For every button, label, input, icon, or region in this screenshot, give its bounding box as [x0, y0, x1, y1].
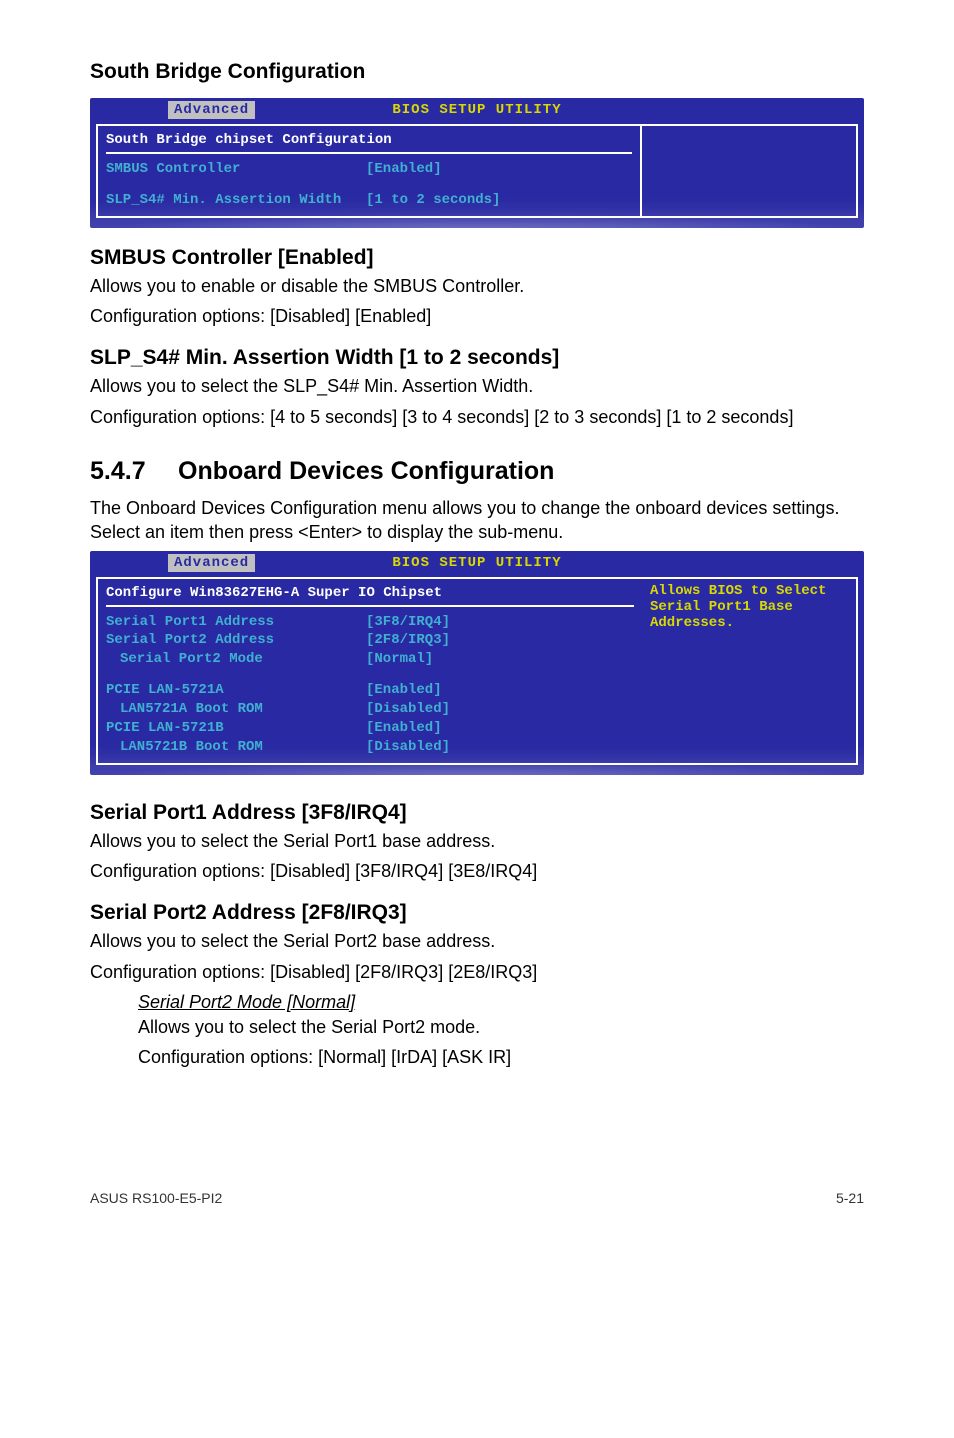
heading-serial-port1: Serial Port1 Address [3F8/IRQ4]: [90, 801, 864, 825]
bios-row-label: SLP_S4# Min. Assertion Width: [106, 191, 366, 210]
bios-row-label: PCIE LAN-5721A: [106, 681, 366, 700]
bios-help-panel: Allows BIOS to Select Serial Port1 Base …: [642, 577, 858, 765]
sub-item-title: Serial Port2 Mode [Normal]: [138, 992, 864, 1013]
heading-slp: SLP_S4# Min. Assertion Width [1 to 2 sec…: [90, 346, 864, 370]
paragraph: Configuration options: [Normal] [IrDA] […: [138, 1045, 864, 1069]
heading-number: 5.4.7: [90, 457, 178, 486]
bios-titlebar: Advanced BIOS SETUP UTILITY: [90, 551, 864, 577]
paragraph: Allows you to select the Serial Port2 mo…: [138, 1015, 864, 1039]
bios-row-label: Serial Port1 Address: [106, 613, 366, 632]
bios-row-value: [Normal]: [366, 650, 433, 669]
paragraph: Allows you to select the Serial Port1 ba…: [90, 829, 864, 853]
heading-serial-port2: Serial Port2 Address [2F8/IRQ3]: [90, 901, 864, 925]
bios-left-panel: South Bridge chipset Configuration SMBUS…: [96, 124, 642, 218]
footer-left: ASUS RS100-E5-PI2: [90, 1190, 222, 1206]
paragraph: Configuration options: [Disabled] [3F8/I…: [90, 859, 864, 883]
bios-row-value: [2F8/IRQ3]: [366, 631, 450, 650]
bios-row: LAN5721B Boot ROM [Disabled]: [98, 738, 642, 757]
bios-row-label: PCIE LAN-5721B: [106, 719, 366, 738]
sub-item-block: Serial Port2 Mode [Normal] Allows you to…: [138, 992, 864, 1070]
bios-divider: [106, 152, 632, 154]
page-footer: ASUS RS100-E5-PI2 5-21: [90, 1190, 864, 1206]
bios-body: South Bridge chipset Configuration SMBUS…: [90, 124, 864, 228]
bios-screenshot-onboard: Advanced BIOS SETUP UTILITY Configure Wi…: [90, 551, 864, 775]
paragraph: The Onboard Devices Configuration menu a…: [90, 496, 864, 545]
paragraph: Configuration options: [Disabled] [2F8/I…: [90, 960, 864, 984]
bios-right-panel: [642, 124, 858, 218]
bios-titlebar: Advanced BIOS SETUP UTILITY: [90, 98, 864, 124]
bios-row-label: SMBUS Controller: [106, 160, 366, 179]
bios-body: Configure Win83627EHG-A Super IO Chipset…: [90, 577, 864, 775]
bios-panel-title: South Bridge chipset Configuration: [98, 130, 640, 152]
heading-smbus: SMBUS Controller [Enabled]: [90, 246, 864, 270]
bios-title-text: BIOS SETUP UTILITY: [392, 555, 561, 571]
bios-row-label: Serial Port2 Mode: [120, 650, 366, 669]
bios-title-text: BIOS SETUP UTILITY: [392, 102, 561, 118]
bios-row: SLP_S4# Min. Assertion Width [1 to 2 sec…: [98, 191, 640, 210]
heading-text: Onboard Devices Configuration: [178, 457, 554, 485]
bios-row: PCIE LAN-5721B [Enabled]: [98, 719, 642, 738]
heading-south-bridge: South Bridge Configuration: [90, 60, 864, 84]
bios-left-panel: Configure Win83627EHG-A Super IO Chipset…: [96, 577, 642, 765]
footer-right: 5-21: [836, 1190, 864, 1206]
bios-row: LAN5721A Boot ROM [Disabled]: [98, 700, 642, 719]
bios-row: PCIE LAN-5721A [Enabled]: [98, 681, 642, 700]
bios-row: Serial Port2 Address [2F8/IRQ3]: [98, 631, 642, 650]
paragraph: Allows you to select the Serial Port2 ba…: [90, 929, 864, 953]
bios-row-value: [Enabled]: [366, 160, 442, 179]
bios-screenshot-southbridge: Advanced BIOS SETUP UTILITY South Bridge…: [90, 98, 864, 228]
bios-row: Serial Port1 Address [3F8/IRQ4]: [98, 613, 642, 632]
bios-row-value: [Enabled]: [366, 681, 442, 700]
paragraph: Allows you to enable or disable the SMBU…: [90, 274, 864, 298]
bios-row-label: Serial Port2 Address: [106, 631, 366, 650]
bios-row: SMBUS Controller [Enabled]: [98, 160, 640, 179]
bios-row-label: LAN5721B Boot ROM: [120, 738, 366, 757]
heading-onboard: 5.4.7Onboard Devices Configuration: [90, 457, 864, 486]
bios-row-value: [Enabled]: [366, 719, 442, 738]
paragraph: Allows you to select the SLP_S4# Min. As…: [90, 374, 864, 398]
bios-row-label: LAN5721A Boot ROM: [120, 700, 366, 719]
bios-help-text: Allows BIOS to Select Serial Port1 Base …: [650, 583, 826, 631]
bios-tab-advanced: Advanced: [168, 554, 255, 572]
bios-row-value: [Disabled]: [366, 700, 450, 719]
bios-row: Serial Port2 Mode [Normal]: [98, 650, 642, 669]
bios-row-value: [1 to 2 seconds]: [366, 191, 500, 210]
bios-divider: [106, 605, 634, 607]
document-page: South Bridge Configuration Advanced BIOS…: [0, 0, 954, 1246]
bios-row-value: [Disabled]: [366, 738, 450, 757]
paragraph: Configuration options: [Disabled] [Enabl…: [90, 304, 864, 328]
paragraph: Configuration options: [4 to 5 seconds] …: [90, 405, 864, 429]
bios-row-value: [3F8/IRQ4]: [366, 613, 450, 632]
bios-panel-title: Configure Win83627EHG-A Super IO Chipset: [98, 583, 642, 605]
bios-tab-advanced: Advanced: [168, 101, 255, 119]
